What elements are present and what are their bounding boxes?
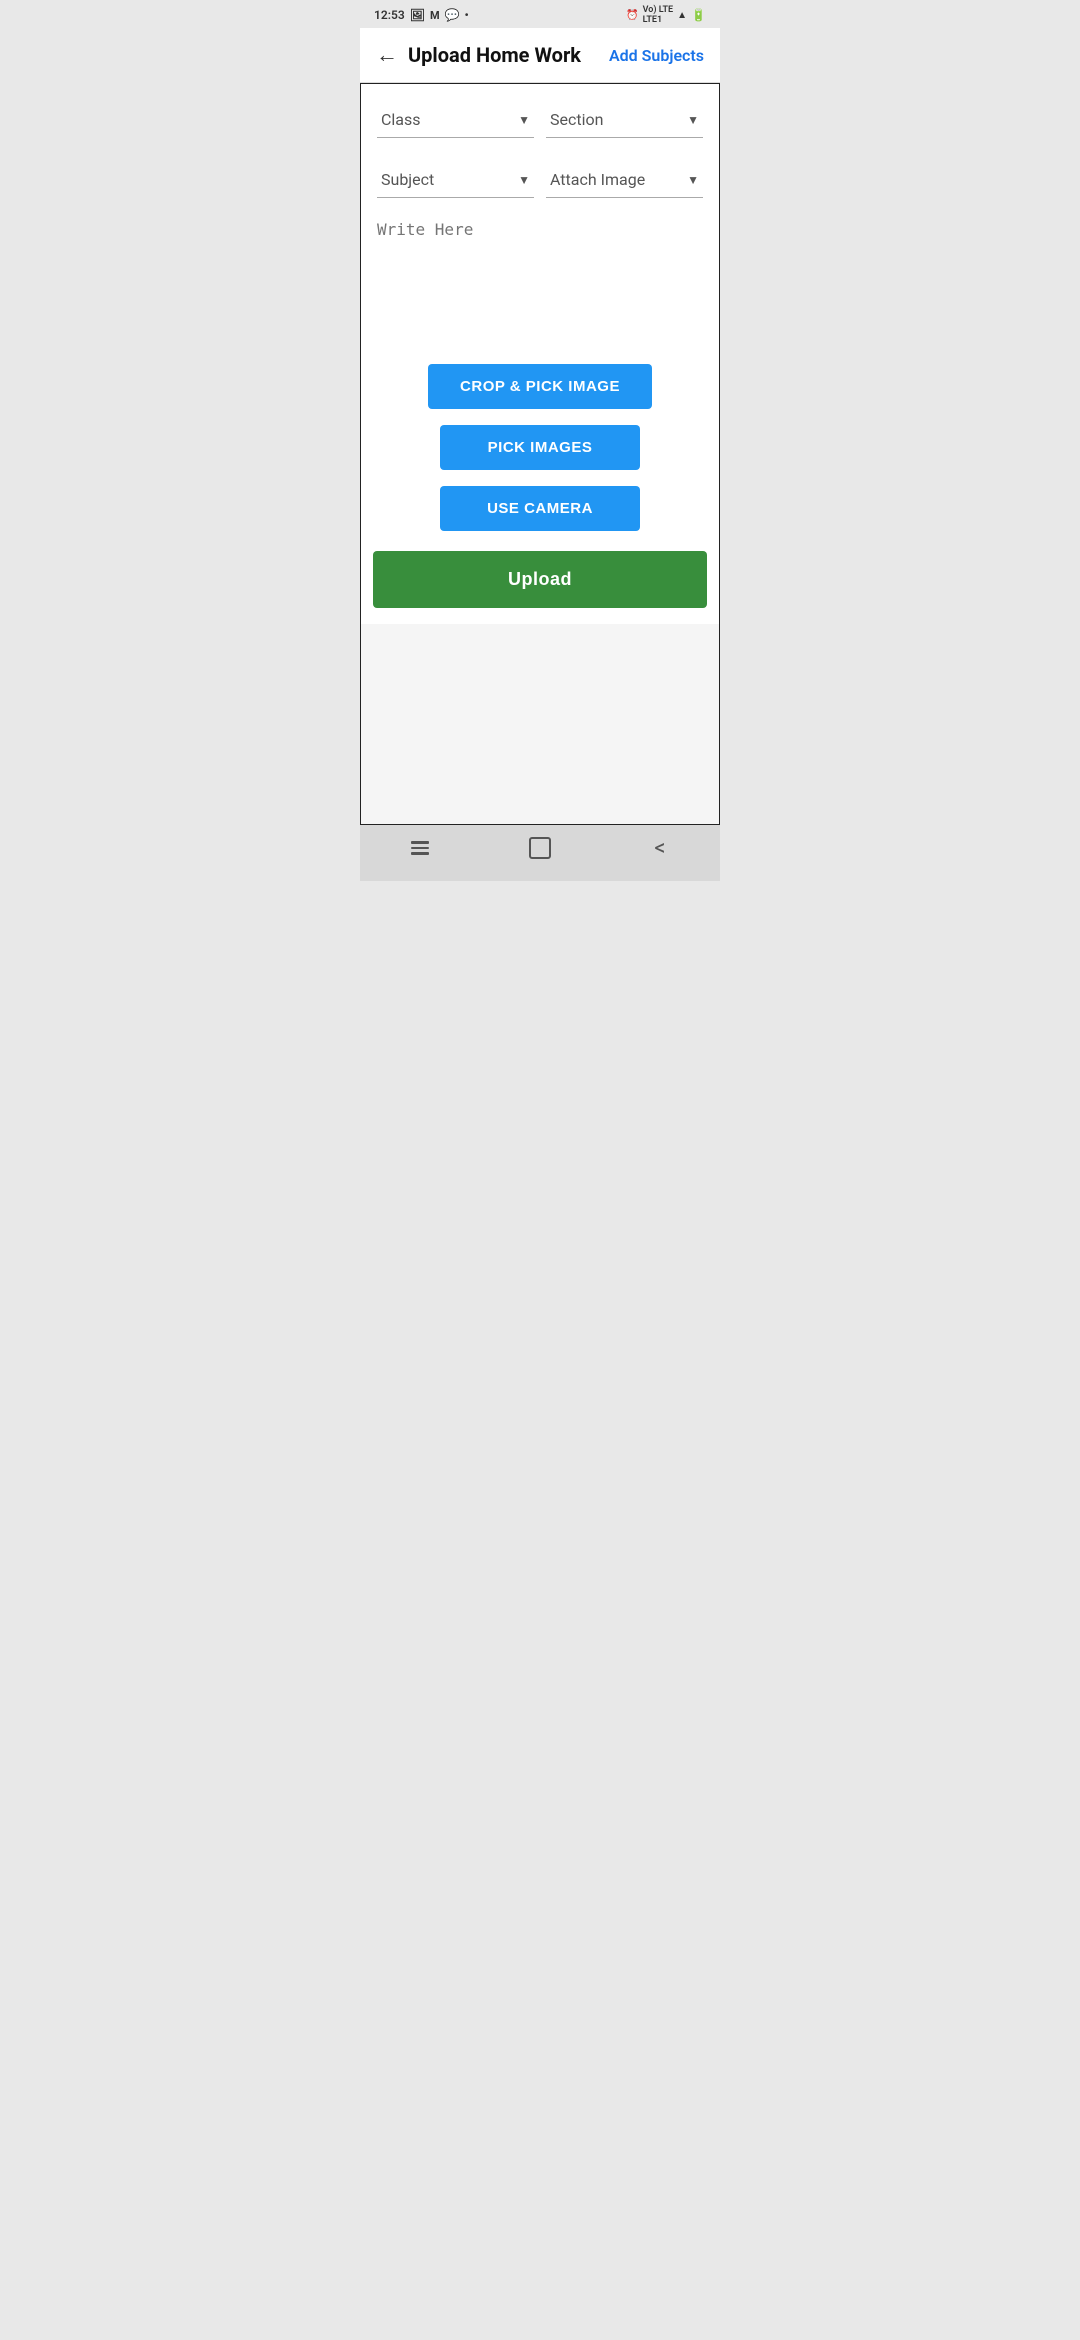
back-button[interactable]: ← bbox=[376, 42, 398, 68]
write-here-input[interactable] bbox=[377, 220, 703, 340]
main-content: Class ▼ Section ▼ Subject ▼ Attach Image… bbox=[360, 83, 720, 825]
class-section-row: Class ▼ Section ▼ bbox=[361, 84, 719, 144]
attach-image-arrow: ▼ bbox=[687, 173, 699, 187]
status-time: 12:53 bbox=[374, 8, 405, 22]
section-dropdown-label: Section bbox=[550, 110, 603, 129]
alarm-icon: ⏰ bbox=[626, 10, 638, 21]
use-camera-button[interactable]: USE CAMERA bbox=[440, 486, 640, 531]
back-nav-icon: < bbox=[654, 836, 665, 861]
signal-icon: ▲ bbox=[677, 10, 687, 21]
add-subjects-button[interactable]: Add Subjects bbox=[609, 46, 704, 65]
attach-image-dropdown[interactable]: Attach Image ▼ bbox=[546, 162, 703, 198]
spacer bbox=[361, 624, 719, 824]
subject-dropdown-label: Subject bbox=[381, 170, 434, 189]
battery-icon: 🔋 bbox=[691, 8, 706, 22]
status-bar-right: ⏰ Vo) LTELTE1 ▲ 🔋 bbox=[626, 5, 706, 25]
bottom-nav-bar: < bbox=[360, 825, 720, 881]
subject-dropdown[interactable]: Subject ▼ bbox=[377, 162, 534, 198]
class-dropdown[interactable]: Class ▼ bbox=[377, 102, 534, 138]
volte-label: Vo) LTELTE1 bbox=[643, 5, 674, 25]
back-nav-button[interactable]: < bbox=[640, 830, 680, 866]
class-dropdown-arrow: ▼ bbox=[518, 113, 530, 127]
class-dropdown-label: Class bbox=[381, 110, 421, 129]
upload-btn-container: Upload bbox=[361, 551, 719, 624]
section-dropdown-arrow: ▼ bbox=[687, 113, 699, 127]
upload-button[interactable]: Upload bbox=[373, 551, 707, 608]
page-title: Upload Home Work bbox=[408, 43, 609, 67]
subject-dropdown-arrow: ▼ bbox=[518, 173, 530, 187]
gmail-icon: M bbox=[430, 9, 440, 22]
home-icon bbox=[529, 837, 551, 859]
recents-button[interactable] bbox=[400, 830, 440, 866]
subject-attach-row: Subject ▼ Attach Image ▼ bbox=[361, 144, 719, 204]
chat-icon: 💬 bbox=[445, 8, 460, 22]
gallery-icon: 🖼 bbox=[410, 8, 425, 22]
recents-icon bbox=[411, 841, 429, 855]
crop-pick-image-button[interactable]: CROP & PICK IMAGE bbox=[428, 364, 652, 409]
action-buttons: CROP & PICK IMAGE PICK IMAGES USE CAMERA bbox=[361, 344, 719, 551]
attach-image-label: Attach Image bbox=[550, 170, 645, 189]
section-dropdown[interactable]: Section ▼ bbox=[546, 102, 703, 138]
nav-bar: ← Upload Home Work Add Subjects bbox=[360, 28, 720, 83]
home-button[interactable] bbox=[520, 830, 560, 866]
status-bar-left: 12:53 🖼 M 💬 • bbox=[374, 8, 469, 22]
status-bar: 12:53 🖼 M 💬 • ⏰ Vo) LTELTE1 ▲ 🔋 bbox=[360, 0, 720, 28]
pick-images-button[interactable]: PICK IMAGES bbox=[440, 425, 640, 470]
text-area-container[interactable] bbox=[361, 204, 719, 344]
dot-indicator: • bbox=[465, 8, 469, 22]
